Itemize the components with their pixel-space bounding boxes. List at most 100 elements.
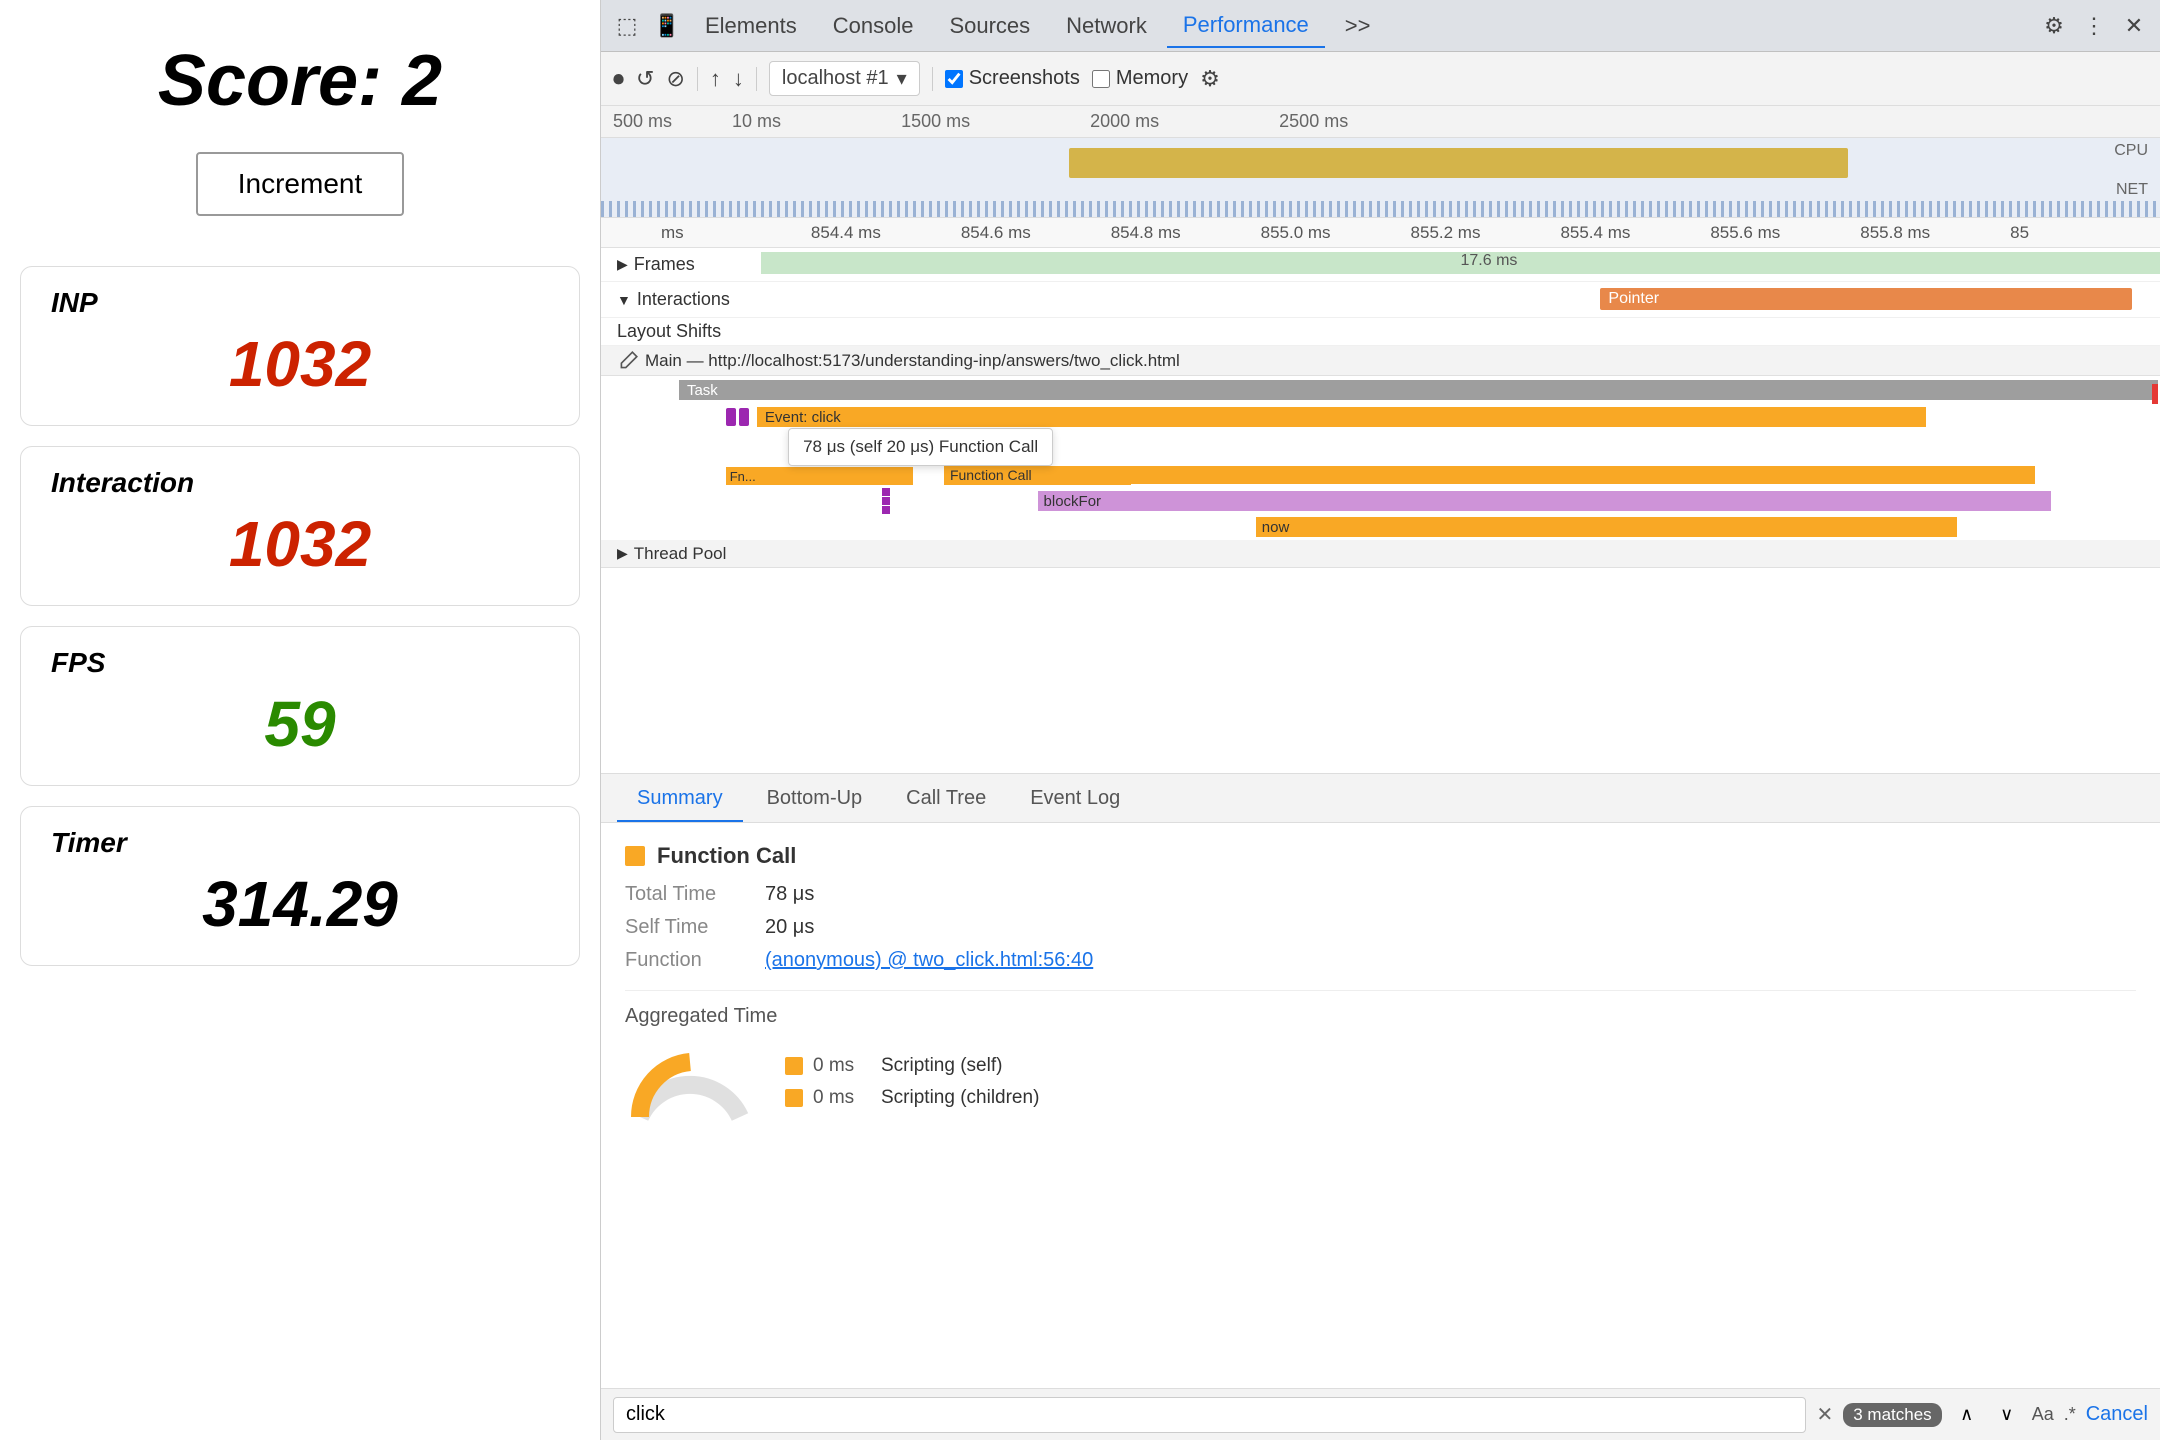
timeline-overview[interactable]: CPU NET (601, 138, 2160, 218)
scripting-children-label: Scripting (children) (881, 1087, 1039, 1109)
tab-summary[interactable]: Summary (617, 777, 743, 822)
cpu-label: CPU (2114, 142, 2148, 160)
regex-option[interactable]: .* (2064, 1404, 2076, 1425)
tab-event-log[interactable]: Event Log (1010, 777, 1140, 822)
tab-network[interactable]: Network (1050, 5, 1163, 47)
summary-panel: Function Call Total Time 78 μs Self Time… (601, 823, 2160, 1388)
aggregated-section: Aggregated Time 0 ms Scripting (sel (625, 990, 2136, 1122)
summary-color-dot (625, 846, 645, 866)
detail-tick-8: 855.8 ms (1860, 223, 2010, 243)
interactions-content[interactable]: Pointer (761, 282, 2160, 317)
function-call-label: Function Call (950, 467, 1032, 483)
tab-performance[interactable]: Performance (1167, 4, 1325, 48)
ruler-tick-1500: 1500 ms (901, 111, 970, 132)
now-label: now (1262, 519, 1290, 536)
device-icon[interactable]: 📱 (649, 8, 685, 44)
self-time-value: 20 μs (765, 916, 814, 939)
detail-tick-0: ms (661, 223, 811, 243)
ps1 (882, 488, 890, 496)
function-value[interactable]: (anonymous) @ two_click.html:56:40 (765, 949, 1093, 972)
tab-call-tree[interactable]: Call Tree (886, 777, 1006, 822)
interaction-label: Interaction (51, 467, 549, 499)
detail-tick-2: 854.6 ms (961, 223, 1111, 243)
upload-icon[interactable]: ↑ (710, 66, 721, 92)
thread-pool-label: Thread Pool (634, 544, 727, 564)
layout-shifts-content[interactable] (761, 318, 2160, 345)
devtools-tab-bar: ⬚ 📱 Elements Console Sources Network Per… (601, 0, 2160, 52)
total-time-label: Total Time (625, 883, 765, 906)
score-display: Score: 2 (158, 40, 442, 122)
function-label: Function (625, 949, 765, 972)
toolbar-divider (697, 67, 698, 91)
memory-toggle[interactable]: Memory (1092, 67, 1188, 90)
fn-call-row: Fn... Ru...ks Function Call (601, 464, 2160, 488)
search-next-button[interactable]: ∨ (1992, 1400, 2022, 1430)
function-call-bar[interactable]: Function Call (944, 466, 2035, 484)
capture-settings-icon[interactable]: ⚙ (1200, 66, 1220, 92)
self-time-label: Self Time (625, 916, 765, 939)
url-dropdown-icon: ▾ (897, 66, 907, 91)
download-icon[interactable]: ↓ (733, 66, 744, 92)
url-text: localhost #1 (782, 67, 889, 90)
agg-donut-chart (625, 1042, 755, 1122)
search-cancel-button[interactable]: Cancel (2086, 1403, 2148, 1426)
task-bar[interactable]: Task (679, 380, 2158, 400)
fn-small-bar[interactable]: Fn... (726, 467, 913, 485)
tab-sources[interactable]: Sources (933, 5, 1046, 47)
tab-bottom-up[interactable]: Bottom-Up (747, 777, 883, 822)
screenshots-toggle[interactable]: Screenshots (945, 67, 1080, 90)
tracks-container: ▶ Frames 17.6 ms ▼ Interactions Pointer (601, 248, 2160, 773)
block-for-row: blockFor (601, 488, 2160, 514)
edit-icon[interactable] (617, 350, 639, 372)
scripting-self-item: 0 ms Scripting (self) (785, 1055, 1039, 1077)
task-bar-red (2152, 384, 2158, 404)
record-icon[interactable]: ⏺ (613, 66, 624, 92)
summary-title-row: Function Call (625, 843, 2136, 869)
search-prev-button[interactable]: ∧ (1952, 1400, 1982, 1430)
tab-elements[interactable]: Elements (689, 5, 813, 47)
increment-button[interactable]: Increment (196, 152, 405, 216)
detail-ruler: ms 854.4 ms 854.6 ms 854.8 ms 855.0 ms 8… (601, 218, 2160, 248)
frames-content[interactable]: 17.6 ms (761, 248, 2160, 281)
self-time-row: Self Time 20 μs (625, 916, 2136, 939)
reload-record-icon[interactable]: ↺ (636, 66, 654, 92)
search-input[interactable] (613, 1397, 1806, 1433)
scripting-self-label: Scripting (self) (881, 1055, 1002, 1077)
event-bar[interactable]: Event: click (757, 407, 1926, 427)
settings-gear-icon[interactable]: ⚙ (2036, 8, 2072, 44)
interactions-label-text: Interactions (637, 289, 730, 310)
inp-label: INP (51, 287, 549, 319)
toolbar-divider-2 (756, 67, 757, 91)
url-selector[interactable]: localhost #1 ▾ (769, 61, 920, 96)
case-sensitive-option[interactable]: Aa (2032, 1404, 2054, 1425)
screenshots-label: Screenshots (969, 67, 1080, 90)
ruler-tick-1000: 10 ms (732, 111, 781, 132)
summary-function-title: Function Call (657, 843, 796, 869)
interactions-label: ▼ Interactions (601, 289, 761, 310)
inspect-icon[interactable]: ⬚ (609, 8, 645, 44)
close-icon[interactable]: ✕ (2116, 8, 2152, 44)
screenshots-checkbox[interactable] (945, 70, 963, 88)
main-thread-label: Main — http://localhost:5173/understandi… (645, 351, 1180, 371)
more-options-icon[interactable]: ⋮ (2076, 8, 2112, 44)
left-panel: Score: 2 Increment INP 1032 Interaction … (0, 0, 600, 1440)
clear-icon[interactable]: ⊘ (666, 66, 684, 92)
tab-more[interactable]: >> (1329, 5, 1387, 47)
inp-card: INP 1032 (20, 266, 580, 426)
cpu-usage-bar (1069, 148, 1849, 178)
ps3 (882, 506, 890, 514)
tab-console[interactable]: Console (817, 5, 930, 47)
block-for-bar[interactable]: blockFor (1038, 491, 2051, 511)
ruler-tick-500: 500 ms (613, 111, 672, 132)
memory-label: Memory (1116, 67, 1188, 90)
search-matches-badge: 3 matches (1843, 1403, 1941, 1427)
memory-checkbox[interactable] (1092, 70, 1110, 88)
clear-search-icon[interactable]: ✕ (1816, 1402, 1833, 1427)
total-time-row: Total Time 78 μs (625, 883, 2136, 906)
inp-value: 1032 (51, 327, 549, 401)
tooltip-text: 78 μs (self 20 μs) Function Call (803, 437, 1038, 456)
ruler-tick-2500: 2500 ms (1279, 111, 1348, 132)
now-bar[interactable]: now (1256, 517, 1958, 537)
interaction-value: 1032 (51, 507, 549, 581)
timer-card: Timer 314.29 (20, 806, 580, 966)
